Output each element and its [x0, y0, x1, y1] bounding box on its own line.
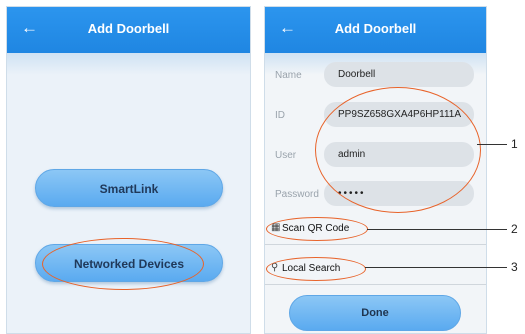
name-field[interactable]: Doorbell: [324, 62, 474, 87]
page-title: Add Doorbell: [87, 21, 170, 36]
id-field[interactable]: PP9SZ658GXA4P6HP111A: [324, 102, 474, 127]
add-doorbell-screen-right: ← Add Doorbell Name Doorbell ID PP9SZ658…: [264, 6, 487, 334]
password-label: Password: [275, 189, 319, 200]
user-field[interactable]: admin: [324, 142, 474, 167]
search-icon: ⚲: [271, 262, 279, 273]
done-button[interactable]: Done: [289, 295, 461, 331]
app-header: ← Add Doorbell: [265, 7, 486, 53]
scan-qr-code-label: Scan QR Code: [282, 223, 350, 234]
id-label: ID: [275, 110, 285, 121]
callout-3: 3: [511, 260, 518, 274]
callout-2: 2: [511, 222, 518, 236]
password-field[interactable]: •••••: [324, 181, 474, 206]
callout-line: [367, 229, 507, 230]
add-doorbell-screen-left: ← Add Doorbell SmartLink Networked Devic…: [6, 6, 251, 334]
app-header: ← Add Doorbell: [7, 7, 250, 53]
user-label: User: [275, 150, 297, 161]
networked-devices-button[interactable]: Networked Devices: [35, 244, 223, 282]
callout-line: [477, 144, 507, 145]
callout-line: [365, 267, 507, 268]
local-search-label: Local Search: [282, 263, 341, 274]
qr-code-icon: ▦: [271, 222, 281, 233]
local-search-row[interactable]: ⚲ Local Search: [265, 254, 486, 285]
page-title: Add Doorbell: [334, 21, 417, 36]
header-shadow: [7, 53, 250, 75]
smartlink-button[interactable]: SmartLink: [35, 169, 223, 207]
callout-1: 1: [511, 137, 518, 151]
name-label: Name: [275, 70, 302, 81]
